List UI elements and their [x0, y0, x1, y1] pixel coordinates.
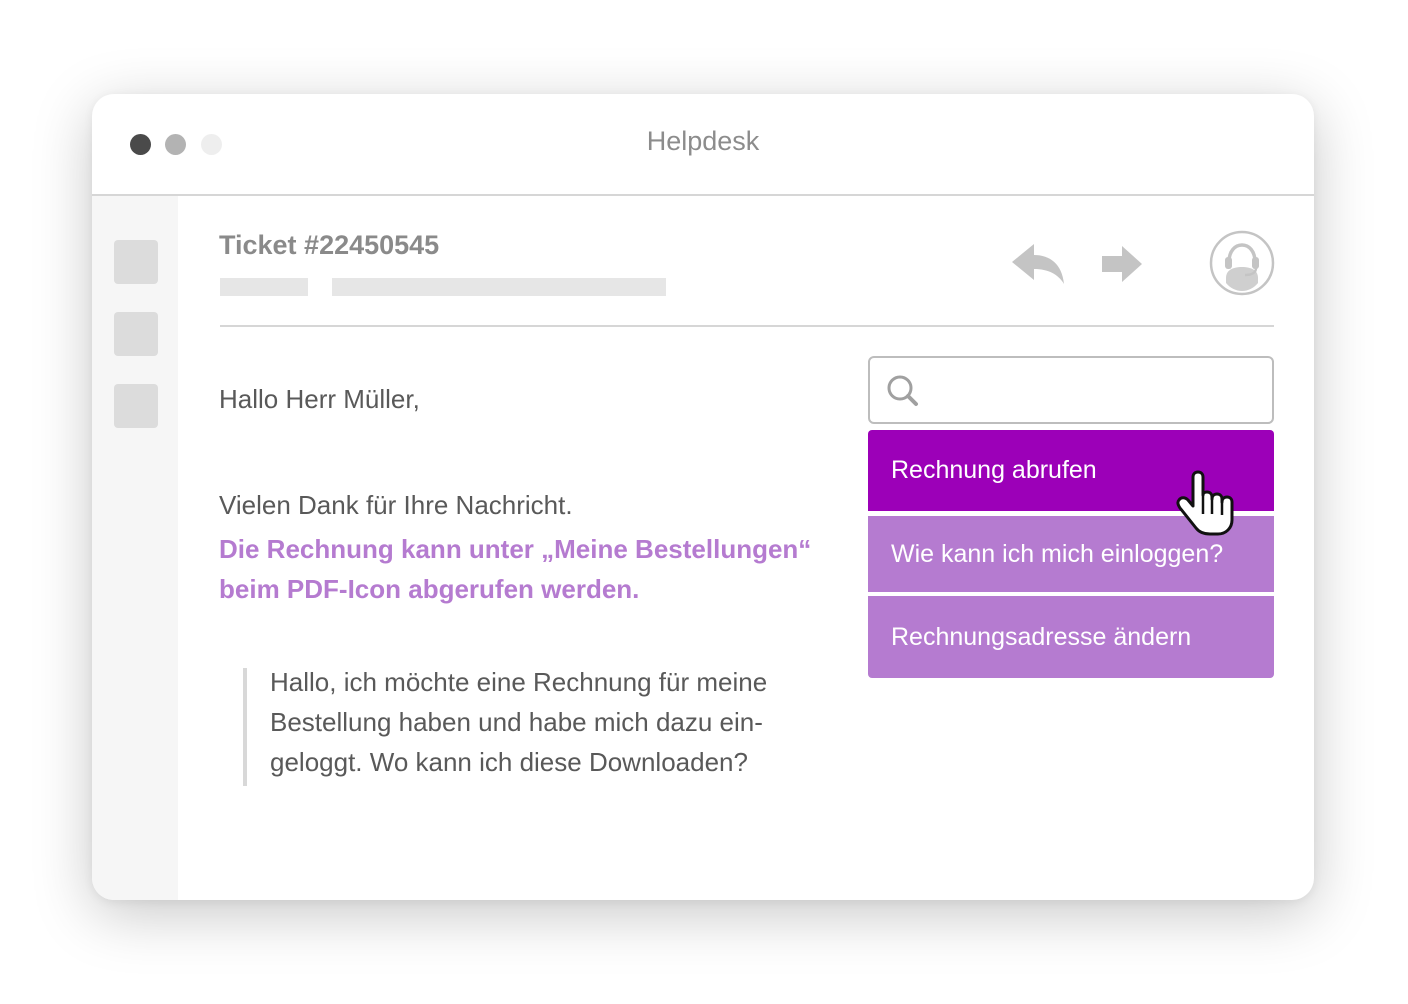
suggestion-einloggen[interactable]: Wie kann ich mich einloggen?	[868, 516, 1274, 592]
sidebar-item-1[interactable]	[114, 240, 158, 284]
suggestion-rechnungsadresse-aendern[interactable]: Rechnungsadresse ändern	[868, 596, 1274, 678]
sidebar-item-2[interactable]	[114, 312, 158, 356]
suggestion-rechnung-abrufen[interactable]: Rechnung abrufen	[868, 430, 1274, 511]
sidebar-item-3[interactable]	[114, 384, 158, 428]
search-icon	[887, 375, 918, 406]
search-input[interactable]	[932, 368, 1256, 414]
app-title: Helpdesk	[646, 126, 760, 156]
title-bar: Helpdesk	[92, 94, 1314, 196]
sidebar	[92, 196, 178, 900]
search-field[interactable]	[868, 356, 1274, 424]
